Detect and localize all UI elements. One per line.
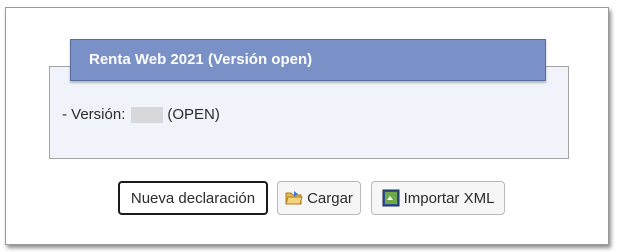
version-line: - Versión: (OPEN): [62, 105, 220, 125]
load-button[interactable]: Cargar: [277, 181, 361, 215]
import-xml-icon: [382, 189, 400, 207]
renta-dialog: Renta Web 2021 (Versión open) - Versión:…: [5, 7, 609, 245]
redacted-version-number: [131, 107, 164, 123]
new-declaration-label: Nueva declaración: [130, 189, 256, 207]
version-edition: (OPEN): [167, 106, 220, 123]
import-xml-button[interactable]: Importar XML: [371, 181, 505, 215]
load-label: Cargar: [307, 189, 353, 207]
folder-open-icon: [285, 189, 303, 207]
panel-title: Renta Web 2021 (Versión open): [70, 39, 546, 81]
new-declaration-button[interactable]: Nueva declaración: [118, 181, 268, 215]
import-xml-label: Importar XML: [403, 189, 495, 207]
version-label: - Versión:: [62, 106, 126, 123]
